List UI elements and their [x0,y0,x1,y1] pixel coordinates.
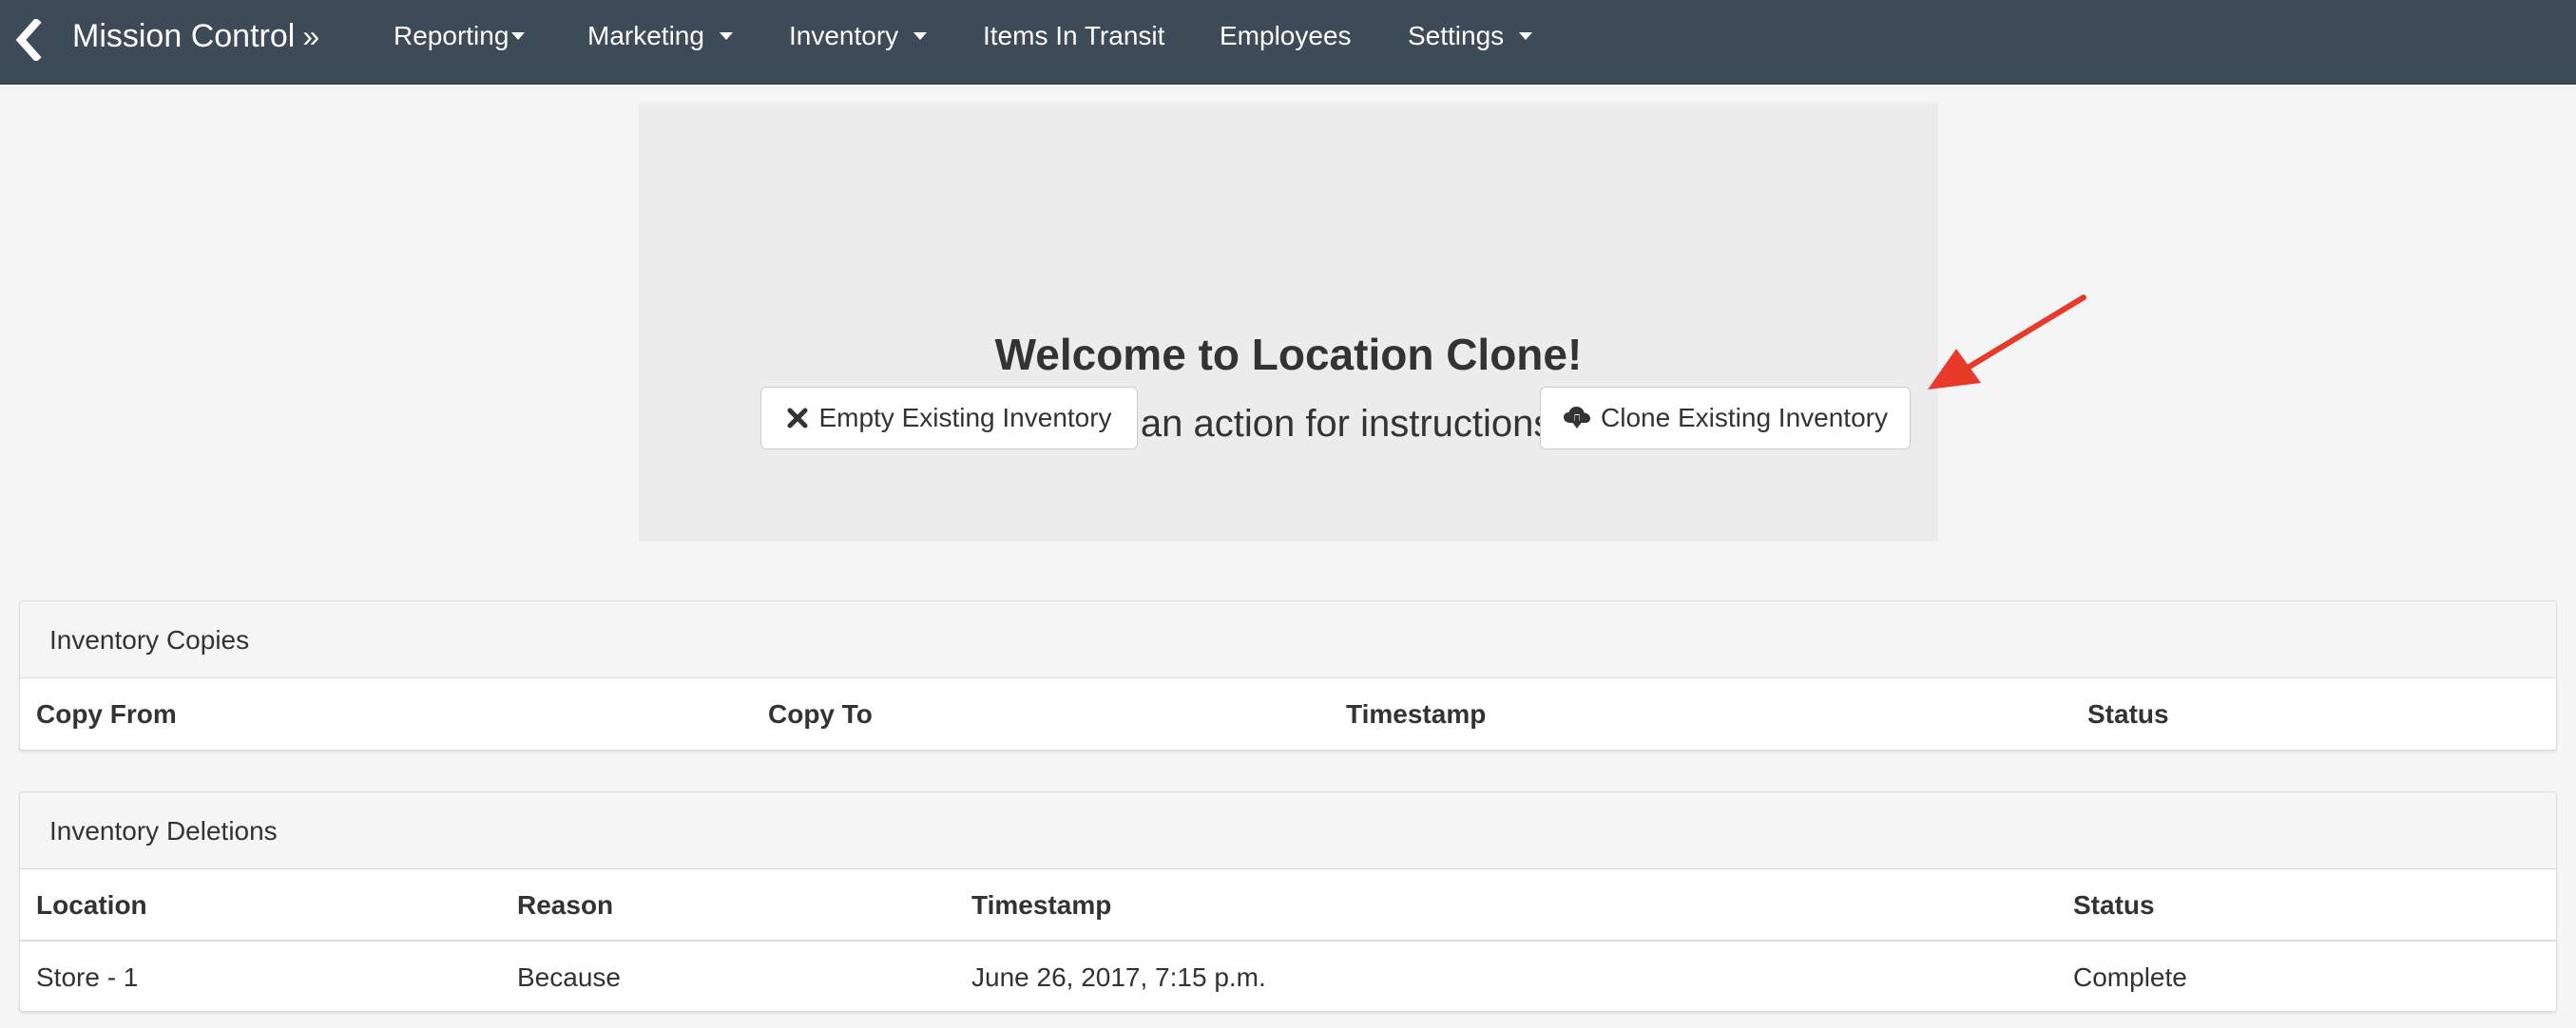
column-header-timestamp: Timestamp [971,890,1112,920]
welcome-jumbotron: Welcome to Location Clone! Select an act… [639,103,1938,542]
table-row: Store - 1 Because June 26, 2017, 7:15 p.… [20,942,2556,1011]
cell-location: Store - 1 [36,962,139,992]
inventory-deletions-heading: Inventory Deletions [20,792,2556,869]
cell-status: Complete [2073,962,2187,992]
column-header-copy-from: Copy From [36,699,177,729]
annotation-arrow [1928,295,2086,390]
brand-title: Mission Control [72,18,296,54]
nav-marketing-label: Marketing [587,21,704,50]
brand-suffix: » [302,19,320,53]
table-header-row: Copy From Copy To Timestamp Status [20,678,2556,750]
caret-down-icon [719,32,733,41]
nav-inventory[interactable]: Inventory [789,0,928,72]
page-title: Welcome to Location Clone! [994,330,1583,379]
nav-employees-label: Employees [1220,21,1352,50]
empty-existing-inventory-label: Empty Existing Inventory [818,403,1112,432]
caret-down-icon [913,32,928,41]
nav-settings-label: Settings [1408,21,1505,50]
inventory-copies-panel: Inventory Copies Copy From Copy To Times… [19,600,2557,751]
caret-down-icon [1519,32,1533,41]
nav-items-in-transit[interactable]: Items In Transit [983,0,1164,72]
clone-existing-inventory-button[interactable]: Clone Existing Inventory [1540,387,1911,449]
column-header-status: Status [2087,699,2169,729]
column-header-status: Status [2073,890,2155,920]
close-icon [786,407,809,429]
clone-existing-inventory-label: Clone Existing Inventory [1601,403,1888,432]
table-header-row: Location Reason Timestamp Status [20,869,2556,942]
brand-link[interactable]: Mission Control» [72,0,319,72]
nav-items-in-transit-label: Items In Transit [983,21,1165,50]
chevron-left-icon[interactable] [13,19,44,61]
cell-reason: Because [517,962,621,992]
nav-reporting[interactable]: Reporting [394,0,526,72]
nav-settings[interactable]: Settings [1408,0,1533,72]
column-header-timestamp: Timestamp [1346,699,1487,729]
column-header-copy-to: Copy To [768,699,873,729]
column-header-reason: Reason [517,890,614,920]
nav-reporting-label: Reporting [394,21,509,50]
inventory-copies-heading: Inventory Copies [20,601,2556,678]
inventory-deletions-panel: Inventory Deletions Location Reason Time… [19,791,2557,1012]
nav-employees[interactable]: Employees [1220,0,1352,72]
nav-marketing[interactable]: Marketing [587,0,733,72]
caret-down-icon [511,32,526,41]
column-header-location: Location [36,890,147,920]
nav-inventory-label: Inventory [789,21,899,50]
top-navbar: Mission Control» Reporting Marketing Inv… [0,0,2576,85]
cell-timestamp: June 26, 2017, 7:15 p.m. [971,962,1266,992]
empty-existing-inventory-button[interactable]: Empty Existing Inventory [760,387,1138,449]
cloud-download-icon [1563,406,1591,430]
